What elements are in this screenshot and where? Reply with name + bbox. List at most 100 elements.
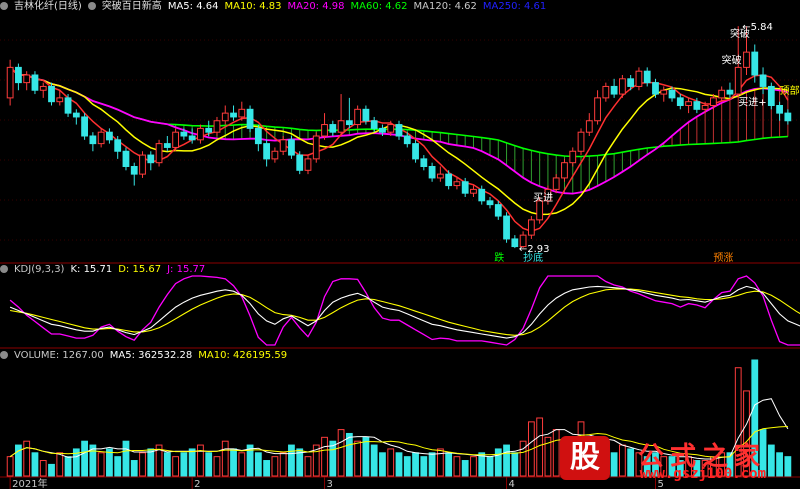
candle-body-86 [718, 89, 726, 99]
candle-body-58 [486, 200, 494, 206]
candle-body-55 [461, 181, 469, 194]
candle-body-70 [585, 120, 593, 133]
settings-dot-icon[interactable] [0, 2, 8, 10]
volume-bar-94 [784, 456, 792, 477]
volume-bar-53 [445, 452, 453, 477]
main-chart-header: 吉林化纤(日线) 突破百日新高 MA5: 4.64 MA10: 4.83 MA20: 4… [0, 0, 558, 14]
volume-bar-3 [31, 452, 39, 477]
candle-body-15 [130, 166, 138, 175]
candle-body-38 [321, 124, 328, 137]
volume-bar-17 [147, 448, 155, 477]
volume-bar-40 [337, 429, 345, 477]
volume-bar-36 [304, 456, 312, 477]
candle-body-43 [362, 108, 370, 122]
signal-buy: 买进 [533, 192, 553, 204]
candle-body-8 [72, 112, 80, 118]
candle-body-23 [197, 127, 204, 141]
candle-body-2 [23, 74, 31, 84]
candle-body-94 [784, 112, 792, 122]
candle-body-93 [776, 105, 783, 114]
volume-bar-19 [163, 452, 171, 477]
candle-body-46 [387, 124, 395, 133]
candle-body-71 [594, 97, 601, 122]
candle-body-52 [436, 173, 444, 179]
candle-body-34 [288, 139, 295, 156]
signal-bottom: 抄底 [523, 251, 543, 264]
signal-top: 顶部 [780, 84, 800, 97]
volume-bar-30 [254, 452, 262, 477]
candle-body-3 [31, 74, 39, 91]
indicator-dot-icon[interactable] [87, 2, 96, 10]
volume-bar-31 [263, 460, 271, 477]
volume-bar-22 [188, 448, 196, 477]
signal-rise: 预涨 [713, 252, 733, 264]
candle-body-69 [577, 131, 585, 152]
kdj-settings-icon[interactable] [0, 265, 8, 273]
volume-bar-41 [345, 432, 353, 477]
candle-body-60 [503, 215, 510, 240]
candle-body-79 [660, 89, 668, 95]
candle-body-75 [627, 78, 635, 87]
kdj-k: K: 15.71 [70, 264, 113, 275]
volume-bar-4 [39, 460, 47, 477]
stock-chart[interactable]: ←5.84←2.93突破突破买进买进+顶部跌 抄底 预涨2021年 2 3 4 5 [0, 0, 800, 489]
volume-bar-0 [6, 456, 14, 477]
volume-bar-60 [503, 444, 510, 477]
volume-bar-56 [470, 456, 477, 477]
candle-body-26 [221, 112, 229, 122]
indicator-name: 突破百日新高 [101, 1, 162, 12]
candle-body-29 [246, 108, 254, 129]
candle-body-37 [312, 135, 320, 160]
candle-body-35 [296, 154, 304, 171]
candle-body-13 [114, 139, 122, 152]
volume-bar-66 [552, 429, 560, 477]
ma60-line [9, 66, 788, 158]
volume-bar-13 [114, 456, 122, 477]
kdj-d: D: 15.67 [118, 264, 162, 275]
volume-bar-33 [279, 452, 287, 477]
candle-body-45 [379, 127, 386, 133]
volume-bar-20 [172, 456, 180, 477]
volume-bar-46 [387, 448, 395, 477]
kdj-j-line [9, 275, 800, 346]
candle-body-50 [420, 158, 428, 167]
candle-body-25 [213, 120, 221, 133]
candle-body-17 [147, 154, 155, 164]
candle-body-89 [743, 51, 750, 68]
candle-body-36 [304, 158, 312, 171]
candle-body-74 [618, 78, 626, 95]
candle-body-83 [693, 101, 701, 110]
volume-bar-43 [362, 436, 370, 477]
ma-label-1: MA10: 4.83 [224, 1, 282, 12]
ma-legend: MA5: 4.64 MA10: 4.83 MA20: 4.98 MA60: 4.62 M… [168, 1, 552, 12]
candle-body-81 [676, 97, 684, 106]
candle-body-49 [412, 143, 419, 160]
candle-body-32 [271, 150, 279, 160]
x-label-2: 3 [327, 479, 333, 489]
candle-body-16 [139, 154, 146, 175]
candle-body-12 [106, 131, 113, 141]
volume-bar-93 [776, 452, 783, 477]
signal-break-2: 突破 [722, 54, 742, 67]
volume-ma5: MA5: 362532.28 [109, 350, 193, 361]
candle-body-22 [188, 135, 196, 141]
volume-bar-2 [23, 440, 31, 477]
candle-body-42 [354, 108, 362, 126]
volume-settings-icon[interactable] [0, 351, 8, 359]
candle-body-88 [734, 66, 742, 95]
candle-body-59 [494, 204, 502, 217]
candle-body-14 [122, 150, 130, 167]
volume-bar-24 [205, 452, 213, 477]
candle-body-85 [710, 97, 717, 106]
volume-bar-38 [321, 436, 328, 477]
volume-bar-32 [271, 456, 279, 477]
candle-body-19 [163, 143, 171, 148]
volume-bar-42 [354, 440, 362, 477]
volume-bar-15 [130, 460, 138, 477]
volume-bar-47 [395, 452, 403, 477]
candle-body-92 [767, 85, 775, 106]
kdj-header: KDJ(9,3,3) K: 15.71 D: 15.67 J: 15.77 [0, 263, 211, 277]
candle-body-6 [56, 97, 64, 103]
x-label-0: 2021年 [12, 477, 47, 489]
volume-bar-64 [536, 417, 544, 477]
